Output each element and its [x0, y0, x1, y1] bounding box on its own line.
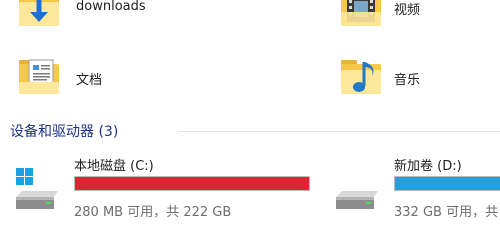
drive-usage-bar	[394, 176, 500, 191]
hard-drive-icon	[336, 191, 378, 209]
drive-usage-bar	[74, 176, 310, 191]
folder-music[interactable]: 音乐	[338, 54, 488, 102]
folder-documents[interactable]: 文档	[16, 54, 216, 102]
drive-free-space: 280 MB 可用，共 222 GB	[74, 205, 232, 220]
section-divider	[178, 131, 500, 132]
drive-d[interactable]: 新加卷 (D:) 332 GB 可用，共	[330, 155, 500, 225]
drive-c[interactable]: 本地磁盘 (C:) 280 MB 可用，共 222 GB	[10, 155, 320, 225]
drive-free-space: 332 GB 可用，共	[394, 205, 499, 220]
windows-system-drive-icon	[16, 168, 58, 209]
videos-folder-icon	[341, 0, 381, 26]
drive-name: 本地磁盘 (C:)	[74, 159, 154, 174]
folder-label: 音乐	[394, 73, 421, 88]
folder-label: downloads	[76, 0, 146, 14]
section-title: 设备和驱动器 (3)	[10, 124, 119, 140]
drive-usage-fill	[75, 177, 309, 190]
explorer-this-pc-view: downloads 视频 文档 音乐 设备和驱动器 (3) 本地磁盘 (C:) …	[0, 0, 500, 240]
drive-usage-fill	[395, 177, 500, 190]
folder-videos[interactable]: 视频	[338, 0, 488, 36]
documents-folder-icon	[19, 59, 59, 94]
downloads-folder-icon	[19, 0, 59, 26]
folder-downloads[interactable]: downloads	[16, 0, 216, 36]
devices-and-drives-header[interactable]: 设备和驱动器 (3)	[10, 121, 500, 141]
folder-label: 视频	[394, 3, 421, 18]
drive-name: 新加卷 (D:)	[394, 159, 462, 174]
folder-label: 文档	[76, 73, 103, 88]
music-folder-icon	[341, 60, 381, 94]
